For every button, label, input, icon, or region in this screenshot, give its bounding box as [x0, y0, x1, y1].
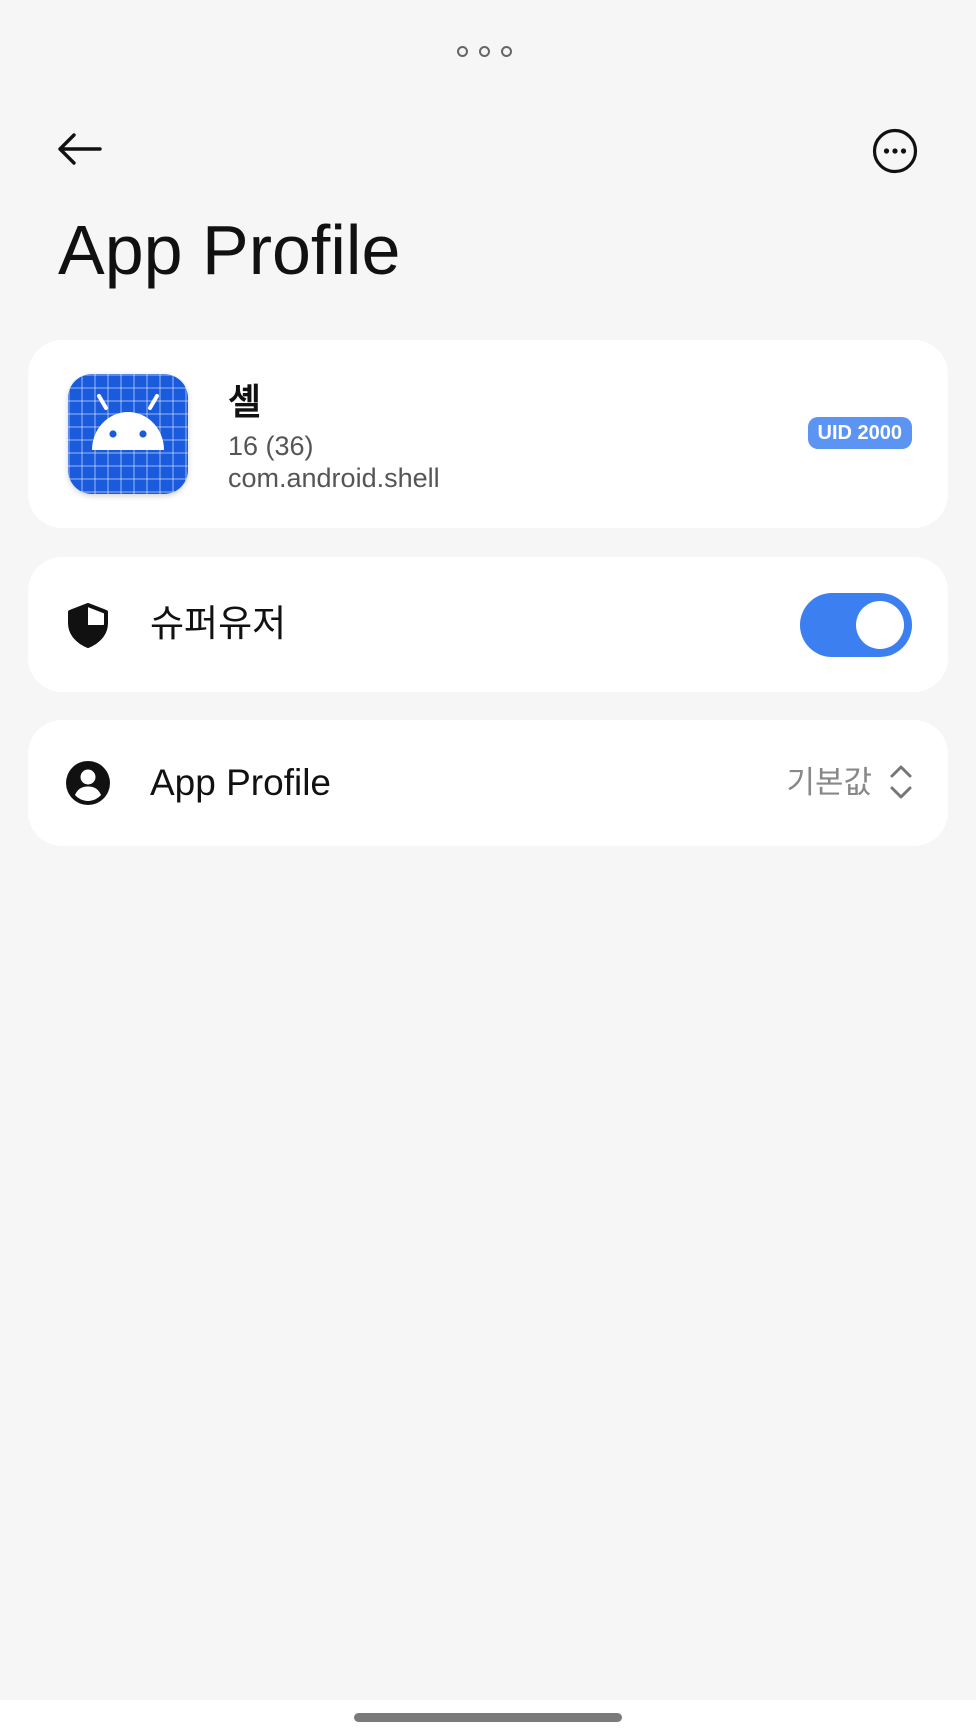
app-profile-row[interactable]: App Profile 기본값 [28, 720, 948, 846]
toggle-knob [856, 601, 904, 649]
app-profile-value: 기본값 [786, 765, 872, 800]
back-button[interactable] [54, 126, 106, 172]
app-package-name: com.android.shell [228, 463, 440, 493]
app-profile-label: App Profile [150, 762, 331, 803]
android-app-icon [68, 374, 188, 494]
app-info-card: 셸 16 (36) com.android.shell UID 2000 [28, 340, 948, 528]
window-handle-dots[interactable] [457, 46, 512, 57]
account-circle-icon [66, 761, 110, 805]
app-version: 16 (36) [228, 431, 314, 461]
home-indicator[interactable] [354, 1713, 622, 1722]
chevron-up-down-icon [890, 765, 912, 799]
more-options-button[interactable] [872, 128, 918, 174]
arrow-left-icon [58, 133, 102, 165]
shield-icon [68, 603, 108, 648]
superuser-label: 슈퍼유저 [150, 603, 287, 644]
superuser-row[interactable]: 슈퍼유저 [28, 557, 948, 692]
page-title: App Profile [58, 211, 401, 289]
superuser-toggle[interactable] [800, 593, 912, 657]
app-name: 셸 [228, 381, 262, 422]
screen: App Profile 셸 16 (36) com.android.shell … [0, 0, 976, 1736]
uid-badge: UID 2000 [807, 417, 912, 449]
more-horizontal-circle-icon [872, 128, 918, 174]
